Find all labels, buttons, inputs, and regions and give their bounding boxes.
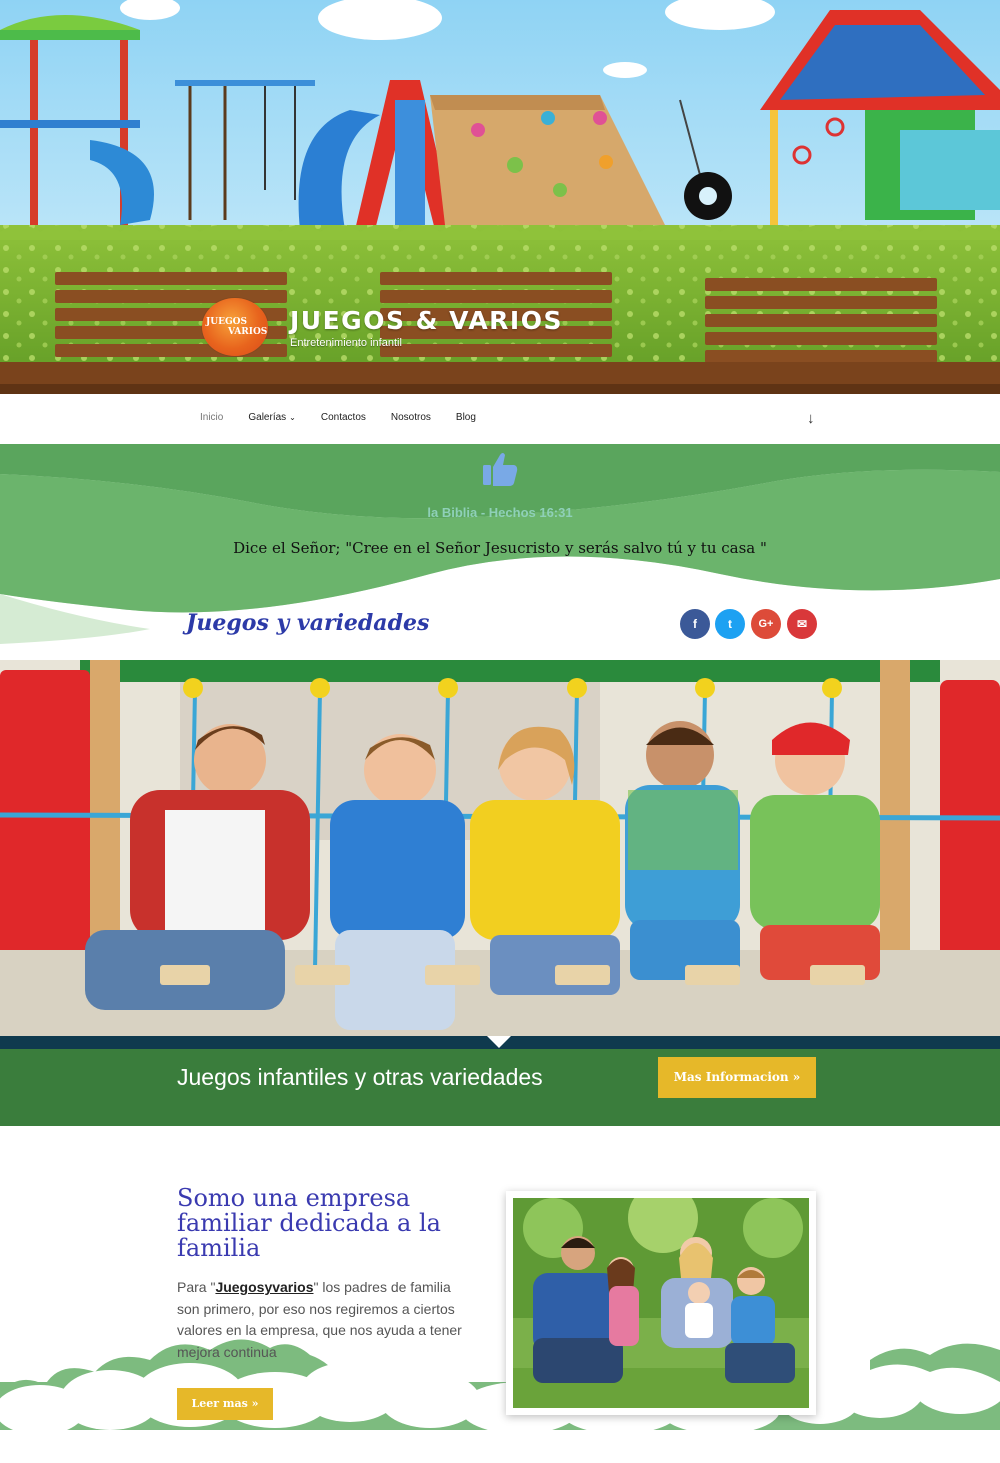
banner-notch — [487, 1036, 511, 1048]
nav-menu: Inicio Galerías ⌄ Contactos Nosotros Blog — [200, 412, 501, 423]
hero-banner: JUEGOS VARIOS JUEGOS & VARIOS Entretenim… — [0, 0, 1000, 394]
family-photo-frame — [506, 1191, 816, 1415]
brand-text: JUEGOS & VARIOS Entretenimiento infantil — [290, 306, 563, 349]
nav-item-contactos[interactable]: Contactos — [321, 412, 366, 423]
site-brand[interactable]: JUEGOS VARIOS JUEGOS & VARIOS Entretenim… — [202, 298, 563, 356]
verse-reference: la Biblia - Hechos 16:31 — [427, 505, 573, 520]
nav-item-galerias[interactable]: Galerías ⌄ — [248, 412, 296, 423]
about-body: Para "Juegosyvarios" los padres de famil… — [177, 1277, 467, 1363]
kids-playground-photo — [0, 660, 1000, 1036]
cloud-footer-decoration — [0, 1339, 1000, 1430]
facebook-icon[interactable]: f — [680, 609, 710, 639]
leer-mas-button[interactable]: Leer mas » — [177, 1388, 273, 1420]
brand-link[interactable]: Juegosyvarios — [215, 1279, 313, 1295]
family-photo — [513, 1198, 809, 1408]
google-plus-icon[interactable]: G+ — [751, 609, 781, 639]
twitter-icon[interactable]: t — [715, 609, 745, 639]
email-icon[interactable]: ✉ — [787, 609, 817, 639]
arrow-down-icon[interactable]: ↓ — [807, 410, 815, 427]
nav-item-blog[interactable]: Blog — [456, 412, 476, 423]
page: JUEGOS VARIOS JUEGOS & VARIOS Entretenim… — [0, 0, 1000, 1463]
logo-text-top: JUEGOS — [206, 317, 247, 327]
site-logo[interactable]: JUEGOS VARIOS — [202, 298, 268, 356]
nav-item-nosotros[interactable]: Nosotros — [391, 412, 431, 423]
about-body-prefix: Para " — [177, 1279, 216, 1295]
chevron-down-icon: ⌄ — [289, 413, 296, 422]
mas-informacion-button[interactable]: Mas Informacion » — [658, 1057, 816, 1098]
nav-item-inicio[interactable]: Inicio — [200, 412, 223, 423]
about-title: Somo una empresa familiar dedicada a la … — [177, 1184, 441, 1262]
site-tagline: Entretenimiento infantil — [290, 336, 402, 349]
cta-text: Juegos infantiles y otras variedades — [177, 1064, 543, 1090]
thumbs-up-icon — [483, 453, 518, 486]
nav-item-galerias-label: Galerías — [248, 412, 287, 423]
logo-text-bottom: VARIOS — [228, 327, 268, 337]
verse-text: Dice el Señor; "Cree en el Señor Jesucri… — [233, 539, 767, 557]
main-navigation: Inicio Galerías ⌄ Contactos Nosotros Blog — [0, 394, 1000, 444]
site-title[interactable]: JUEGOS & VARIOS — [290, 306, 563, 335]
section-title: Juegos y variedades — [186, 610, 430, 636]
